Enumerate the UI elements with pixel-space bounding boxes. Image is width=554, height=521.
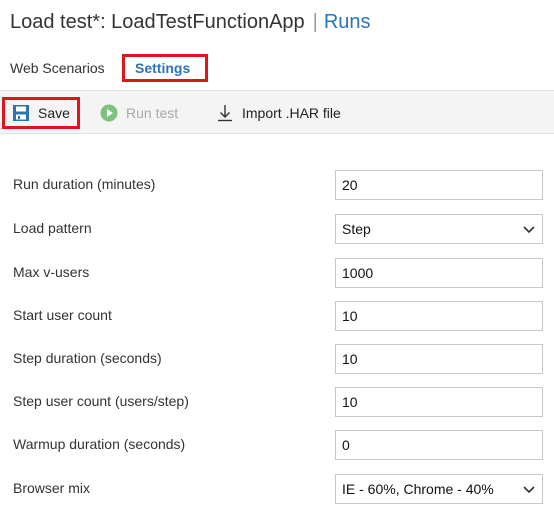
load-pattern-value: Step	[342, 221, 371, 237]
tab-bar: Web Scenarios Settings	[0, 50, 554, 86]
tab-web-scenarios[interactable]: Web Scenarios	[10, 54, 105, 82]
step-user-count-row: Step user count (users/step) 10	[0, 379, 554, 423]
max-vusers-label: Max v-users	[13, 264, 90, 280]
browser-mix-value: IE - 60%, Chrome - 40%	[342, 481, 494, 497]
run-test-button[interactable]: Run test	[100, 97, 178, 129]
chevron-down-icon	[522, 222, 536, 236]
step-user-count-label: Step user count (users/step)	[13, 393, 189, 409]
import-har-button[interactable]: Import .HAR file	[216, 97, 341, 129]
play-icon	[100, 104, 118, 122]
warmup-duration-input[interactable]: 0	[335, 430, 543, 460]
warmup-duration-label: Warmup duration (seconds)	[13, 436, 186, 452]
start-user-count-input[interactable]: 10	[335, 301, 543, 331]
run-test-label: Run test	[126, 105, 179, 121]
load-pattern-select[interactable]: Step	[335, 214, 543, 244]
browser-mix-label: Browser mix	[13, 480, 91, 496]
max-vusers-row: Max v-users 1000	[0, 250, 554, 294]
warmup-duration-row: Warmup duration (seconds) 0	[0, 422, 554, 466]
step-duration-input[interactable]: 10	[335, 344, 543, 374]
start-user-count-row: Start user count 10	[0, 293, 554, 337]
download-icon	[216, 104, 234, 122]
load-pattern-row: Load pattern Step	[0, 206, 554, 250]
start-user-count-label: Start user count	[13, 307, 112, 323]
save-label: Save	[38, 105, 70, 121]
load-pattern-label: Load pattern	[13, 220, 92, 236]
save-icon	[12, 104, 30, 122]
browser-mix-row: Browser mix IE - 60%, Chrome - 40%	[0, 466, 554, 510]
run-duration-input[interactable]: 20	[335, 170, 543, 200]
run-duration-row: Run duration (minutes) 20	[0, 162, 554, 206]
tab-settings[interactable]: Settings	[122, 54, 208, 82]
run-duration-label: Run duration (minutes)	[13, 176, 156, 192]
chevron-down-icon	[522, 482, 536, 496]
step-duration-row: Step duration (seconds) 10	[0, 336, 554, 380]
page-header: Load test*: LoadTestFunctionApp | Runs	[10, 8, 371, 36]
save-button[interactable]: Save	[2, 97, 80, 129]
browser-mix-select[interactable]: IE - 60%, Chrome - 40%	[335, 474, 543, 504]
step-duration-label: Step duration (seconds)	[13, 350, 162, 366]
import-har-label: Import .HAR file	[242, 105, 341, 121]
runs-link[interactable]: Runs	[324, 11, 371, 34]
toolbar: Save Run test Import .HAR file	[0, 90, 554, 134]
title-separator: |	[312, 10, 318, 33]
step-user-count-input[interactable]: 10	[335, 387, 543, 417]
page-title: Load test*: LoadTestFunctionApp	[10, 10, 305, 33]
max-vusers-input[interactable]: 1000	[335, 258, 543, 288]
